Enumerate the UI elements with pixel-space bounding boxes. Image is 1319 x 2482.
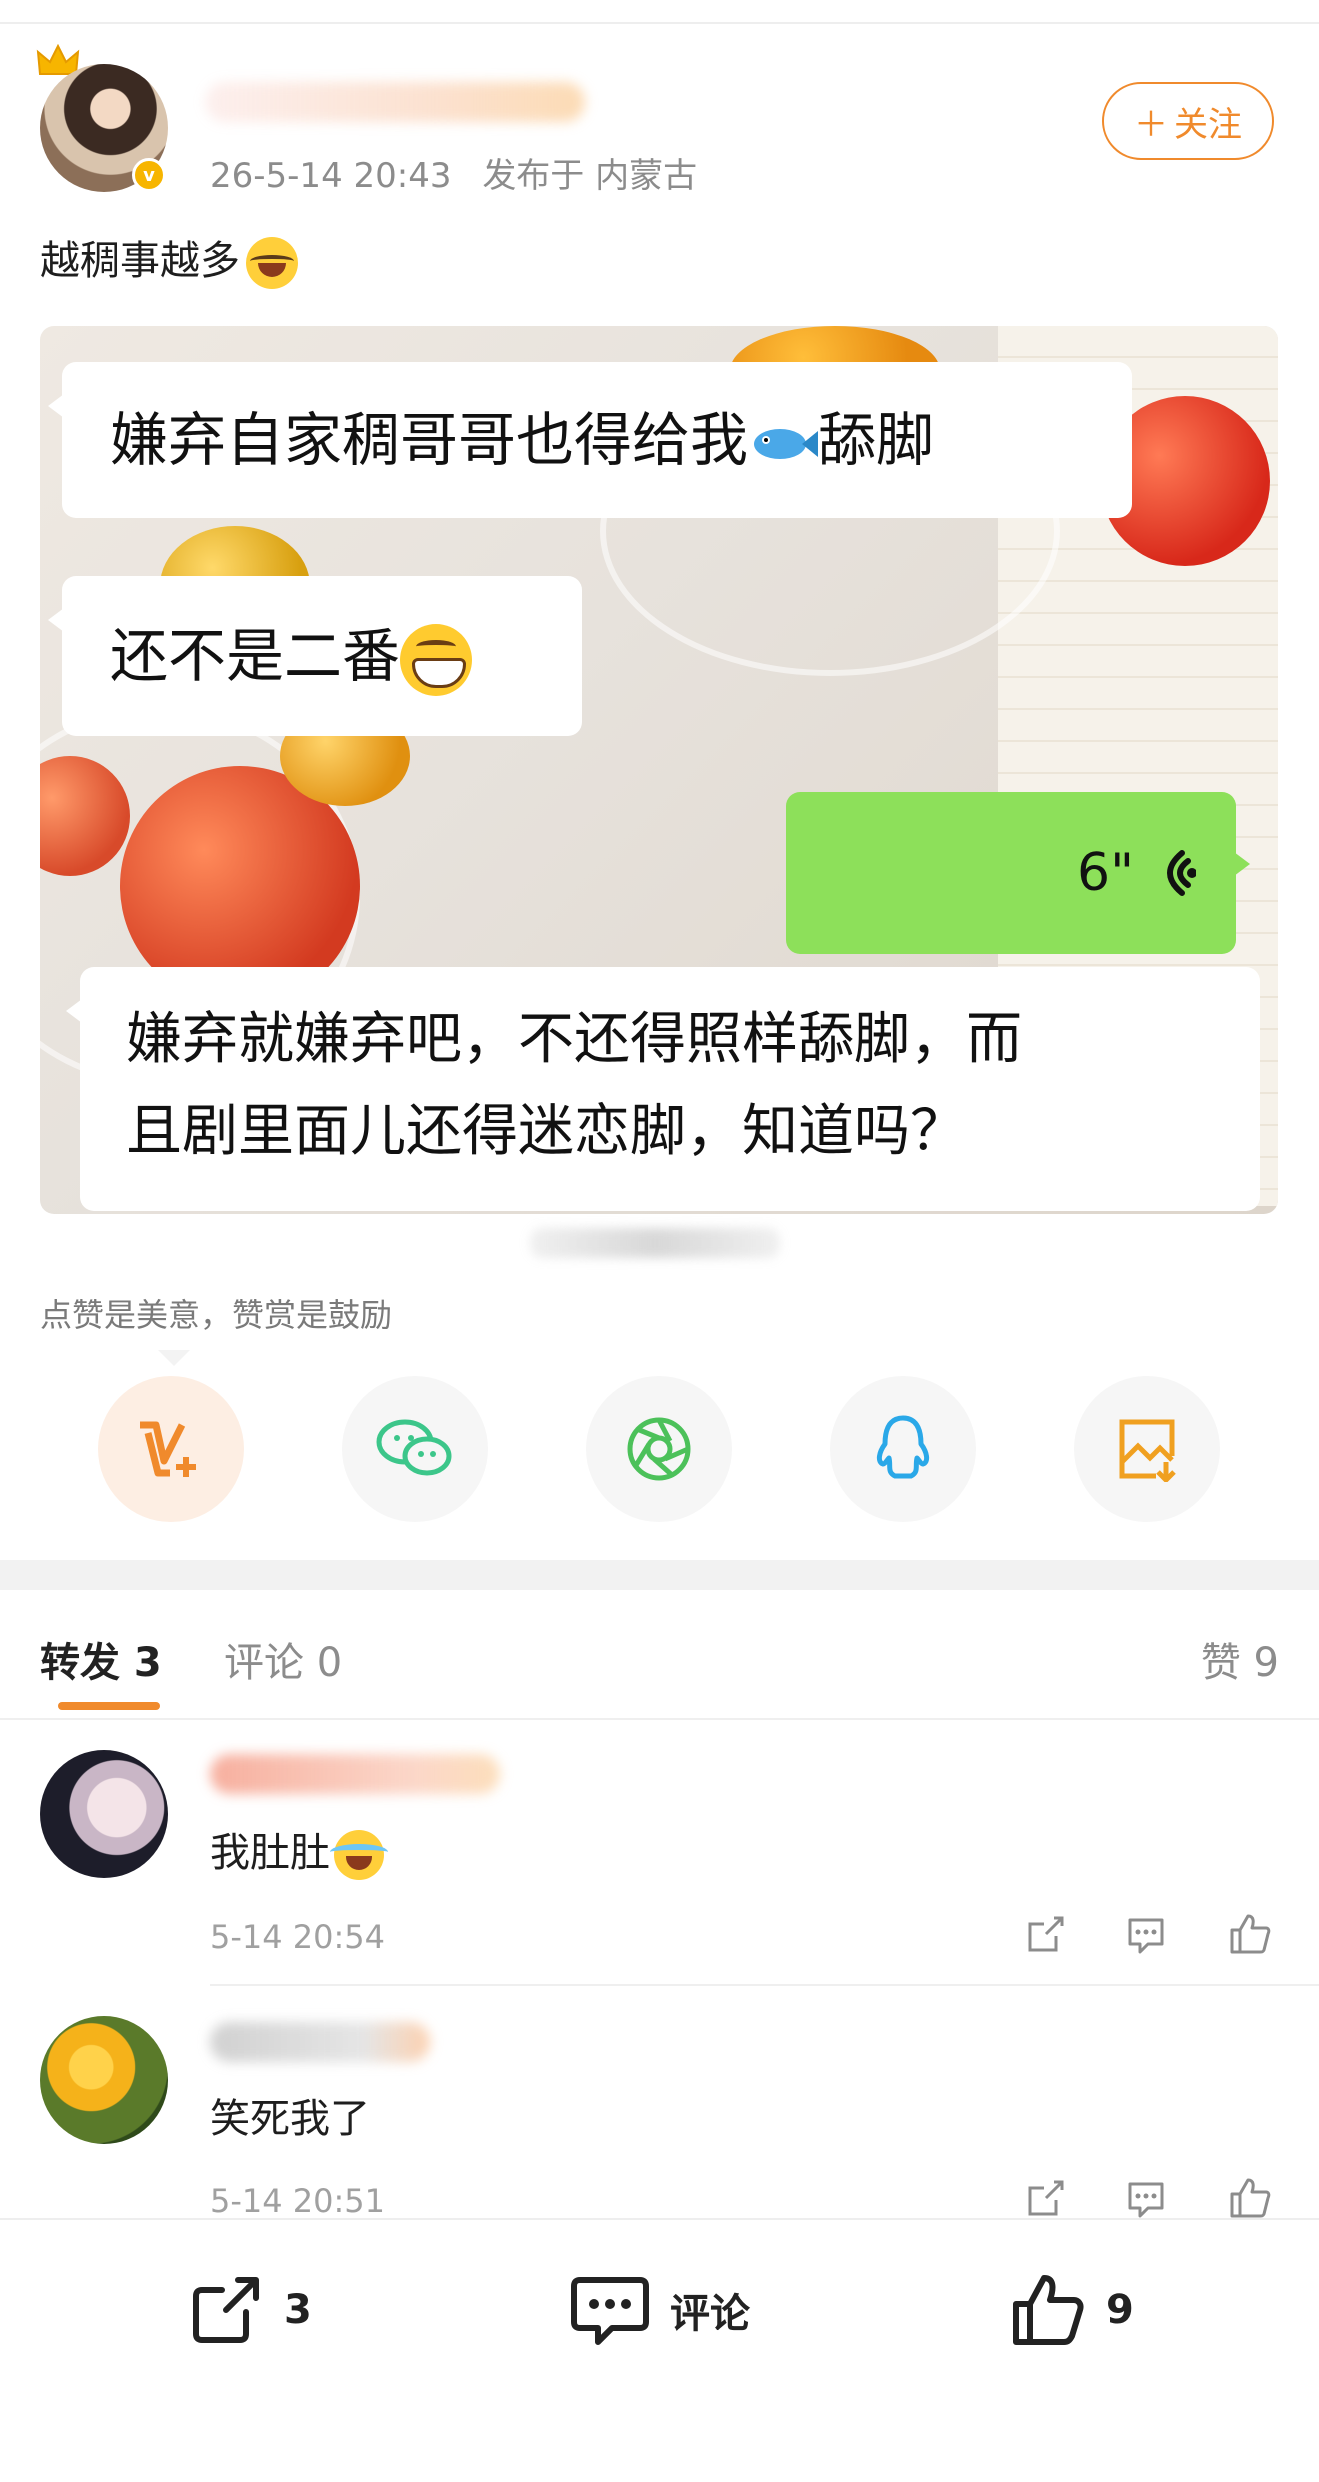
moments-icon bbox=[627, 1417, 691, 1481]
save-image-icon bbox=[1119, 1419, 1176, 1482]
chat-bubble-3-line1: 嫌弃就嫌弃吧，不还得照样舔脚，而 bbox=[126, 1007, 1022, 1072]
post-image[interactable]: 嫌弃自家稠哥哥也得给我 舔脚 还不是二番 6" 嫌弃就嫌弃吧，不还得照样舔脚，而 … bbox=[40, 326, 1278, 1214]
chat-bubble-3-line2: 且剧里面儿还得迷恋脚，知道吗？ bbox=[126, 1099, 966, 1164]
post-text: 越稠事越多 bbox=[40, 228, 298, 289]
tab-comments[interactable]: 评论 0 bbox=[224, 1630, 342, 1688]
qq-icon bbox=[876, 1415, 930, 1479]
post-meta: 26-5-14 20:43 发布于 内蒙古 bbox=[210, 148, 717, 197]
tip-arrow bbox=[158, 1350, 190, 1366]
comment-text-content: 我肚肚 bbox=[210, 1830, 330, 1876]
comment-button[interactable]: 评论 bbox=[570, 2270, 750, 2350]
crying-laughing-emoji-icon bbox=[330, 1830, 388, 1880]
moments-share-button[interactable] bbox=[586, 1376, 732, 1522]
wechat-share-button[interactable] bbox=[342, 1376, 488, 1522]
tab-likes[interactable]: 赞 9 bbox=[1201, 1630, 1279, 1688]
tab-active-indicator bbox=[58, 1702, 160, 1710]
chat-bubble-1-suffix: 舔脚 bbox=[818, 406, 935, 474]
top-divider bbox=[0, 22, 1319, 24]
image-watermark-blurred bbox=[530, 1228, 780, 1258]
follow-label: 关注 bbox=[1174, 104, 1242, 145]
voice-duration: 6" bbox=[1076, 843, 1134, 903]
tab-divider bbox=[0, 1718, 1319, 1720]
repost-count: 3 bbox=[284, 2287, 312, 2333]
repost-button[interactable]: 3 bbox=[188, 2270, 312, 2350]
chat-bubble-2-text: 还不是二番 bbox=[110, 622, 401, 690]
laughing-emoji-icon bbox=[246, 237, 298, 289]
tab-repost[interactable]: 转发 3 bbox=[40, 1630, 162, 1688]
voice-wave-icon bbox=[1167, 850, 1196, 896]
like-button[interactable]: 9 bbox=[1010, 2270, 1134, 2350]
share-icon[interactable] bbox=[1024, 2176, 1068, 2220]
save-image-button[interactable] bbox=[1074, 1376, 1220, 1522]
author-name-blurred[interactable] bbox=[205, 82, 585, 122]
post-text-content: 越稠事越多 bbox=[40, 238, 240, 284]
verified-badge-icon: v bbox=[132, 158, 166, 192]
section-divider bbox=[0, 1560, 1319, 1590]
commenter-avatar[interactable] bbox=[40, 2016, 168, 2144]
reward-tip: 点赞是美意，赞赏是鼓励 bbox=[40, 1296, 393, 1334]
comment-text: 我肚肚 bbox=[210, 1820, 388, 1880]
thumbs-up-icon bbox=[1013, 2275, 1084, 2345]
reward-button[interactable] bbox=[98, 1376, 244, 1522]
comment-time: 5-14 20:51 bbox=[210, 2182, 386, 2220]
comment-label: 评论 bbox=[670, 2291, 750, 2337]
chat-bubble-1-text: 嫌弃自家稠哥哥也得给我 bbox=[110, 406, 749, 474]
voice-message-bubble[interactable]: 6" bbox=[786, 792, 1250, 954]
chat-bubble-1: 嫌弃自家稠哥哥也得给我 舔脚 bbox=[48, 362, 1132, 518]
comment-icon[interactable] bbox=[1124, 1912, 1168, 1956]
grinning-emoji-icon bbox=[400, 623, 473, 696]
share-row bbox=[0, 1376, 1319, 1524]
fish-emoji-icon bbox=[754, 428, 819, 459]
commenter-avatar[interactable] bbox=[40, 1750, 168, 1878]
commenter-name-blurred[interactable] bbox=[210, 2022, 430, 2062]
comment-bubble-icon bbox=[571, 2277, 649, 2345]
wechat-icon bbox=[376, 1419, 452, 1476]
follow-button[interactable]: ＋ 关注 bbox=[1102, 82, 1274, 160]
comment-text: 笑死我了 bbox=[210, 2096, 370, 2142]
comment-icon[interactable] bbox=[1124, 2176, 1168, 2220]
post-time: 26-5-14 20:43 bbox=[210, 156, 452, 196]
repost-icon bbox=[193, 2277, 259, 2343]
comment-time: 5-14 20:54 bbox=[210, 1918, 386, 1956]
commenter-name-blurred[interactable] bbox=[210, 1754, 500, 1794]
plus-icon: ＋ bbox=[1134, 104, 1168, 145]
chat-bubble-3: 嫌弃就嫌弃吧，不还得照样舔脚，而 且剧里面儿还得迷恋脚，知道吗？ bbox=[66, 967, 1260, 1211]
bottom-action-bar: 3 评论 9 bbox=[0, 2218, 1319, 2482]
post-location: 发布于 内蒙古 bbox=[482, 156, 698, 196]
like-icon[interactable] bbox=[1228, 2176, 1272, 2220]
chat-bubble-2: 还不是二番 bbox=[48, 576, 582, 736]
reward-icon bbox=[140, 1421, 196, 1477]
qq-share-button[interactable] bbox=[830, 1376, 976, 1522]
like-icon[interactable] bbox=[1228, 1912, 1272, 1956]
share-icon[interactable] bbox=[1024, 1912, 1068, 1956]
like-count: 9 bbox=[1106, 2287, 1134, 2333]
comment-divider bbox=[210, 1984, 1319, 1986]
